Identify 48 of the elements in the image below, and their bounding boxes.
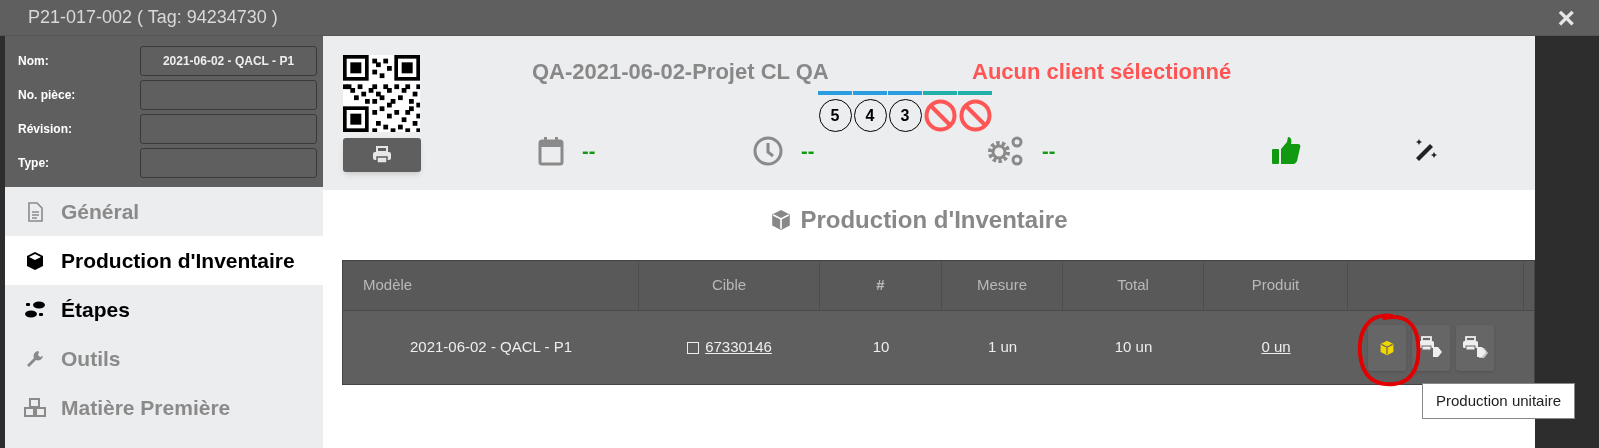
field-label: Type:	[18, 154, 50, 172]
tooltip: Production unitaire	[1422, 383, 1576, 419]
checkbox[interactable]	[687, 341, 700, 354]
input-field[interactable]	[140, 79, 317, 110]
print-tag-icon	[1462, 335, 1488, 360]
column-header: Total	[1117, 275, 1149, 296]
close-button[interactable]: ×	[1557, 2, 1575, 33]
thumbs-up-icon	[1271, 136, 1301, 166]
input-field[interactable]	[140, 113, 317, 144]
printer-icon	[372, 146, 392, 164]
prohibited-icon	[958, 99, 992, 132]
field-label: Nom:	[18, 52, 49, 70]
cube-icon	[1379, 339, 1395, 356]
field-label: Révision:	[18, 120, 72, 138]
column-header: #	[876, 275, 885, 296]
client-warning: Aucun client sélectionné	[972, 58, 1232, 86]
table-cell-text: 10	[872, 337, 890, 358]
target-link[interactable]: 67330146	[705, 336, 772, 359]
produced-link[interactable]: 0 un	[1261, 336, 1291, 359]
production-button[interactable]	[1368, 324, 1406, 371]
column-header: Modèle	[363, 275, 413, 296]
column-header: Mesure	[977, 275, 1027, 296]
print-tag-icon	[1418, 335, 1444, 360]
stat-value: --	[1042, 139, 1056, 164]
gears-icon	[986, 136, 1024, 166]
clock-icon	[753, 136, 783, 166]
stat-value: --	[801, 139, 815, 164]
sidebar-item[interactable]: Étapes	[5, 285, 323, 334]
window-title: P21-017-002 ( Tag: 94234730 )	[28, 6, 278, 29]
table-cell-text: 2021-06-02 - QACL - P1	[410, 337, 572, 358]
table-cell-text: 10 un	[1114, 337, 1153, 358]
calendar-icon	[538, 136, 564, 166]
prohibited-icon	[923, 99, 957, 132]
print-labels-button[interactable]	[1456, 324, 1494, 371]
section-title: Production d'Inventaire	[800, 205, 1068, 235]
stat-value: --	[582, 139, 596, 164]
field-label: No. pièce:	[18, 86, 76, 104]
boxes-icon	[23, 397, 47, 418]
cube-icon	[770, 209, 793, 231]
input-field[interactable]: 2021-06-02 - QACL - P1	[140, 45, 317, 76]
project-title: QA-2021-06-02-Projet CL QA	[532, 58, 829, 86]
print-button[interactable]	[343, 138, 421, 172]
column-header: Cible	[711, 275, 747, 296]
table-cell-text: 1 un	[987, 337, 1018, 358]
input-field[interactable]	[140, 147, 317, 178]
footprints-icon	[23, 299, 47, 320]
column-header: Produit	[1251, 275, 1300, 296]
sidebar-item[interactable]: Production d'Inventaire	[5, 236, 323, 285]
